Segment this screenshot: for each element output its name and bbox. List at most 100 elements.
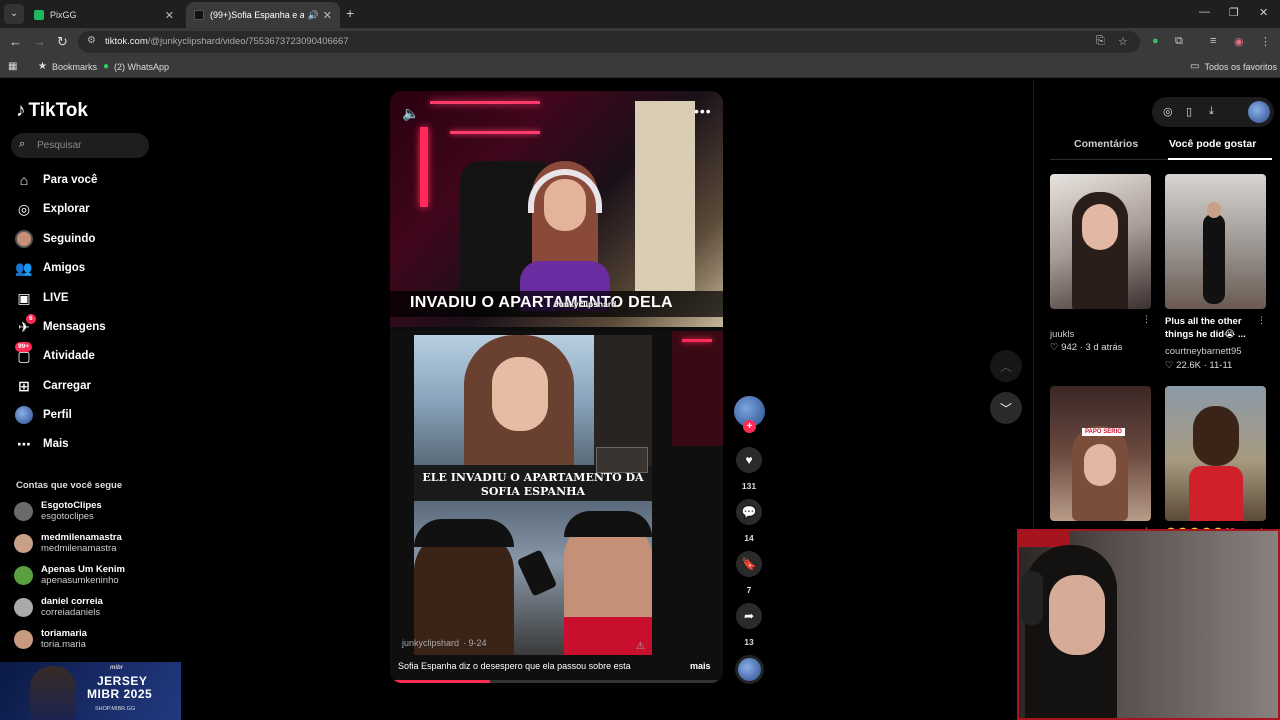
bookmark-icon[interactable]: 🔖: [736, 551, 762, 577]
ad-line-2: MIBR 2025: [87, 687, 153, 701]
follow-plus-icon[interactable]: +: [743, 420, 756, 433]
tab-title: PixGG: [50, 10, 77, 20]
nav-carregar[interactable]: ⊞ Carregar: [14, 375, 91, 397]
compass-icon: ◎: [17, 200, 31, 217]
video-thumbnail: [1165, 386, 1266, 521]
avatar: [14, 597, 33, 617]
save-count: 7: [746, 585, 752, 595]
nav-mensagens[interactable]: ✈ 6 Mensagens: [14, 314, 106, 338]
search-input[interactable]: ⌕ Pesquisar: [11, 133, 149, 158]
previous-video-chevron-up-icon[interactable]: ︿: [990, 350, 1022, 382]
nav-atividade[interactable]: ▢ 99+ Atividade: [14, 342, 95, 367]
browser-menu-icon[interactable]: ⋮: [1260, 35, 1271, 48]
forward-icon[interactable]: →: [33, 34, 46, 49]
avatar: [14, 533, 33, 553]
home-icon: ⌂: [19, 172, 29, 188]
minimize-icon[interactable]: —: [1199, 6, 1210, 18]
nav-explorar[interactable]: ◎ Explorar: [14, 198, 90, 220]
volume-icon[interactable]: 🔈: [402, 105, 419, 122]
comment-count: 14: [744, 533, 754, 543]
user-avatar[interactable]: [1248, 101, 1270, 123]
report-icon[interactable]: ⚠: [636, 641, 645, 652]
comment-icon[interactable]: 💬: [736, 499, 762, 525]
reload-icon[interactable]: ↻: [57, 34, 68, 50]
like-count: 131: [741, 481, 757, 491]
profile-avatar-icon[interactable]: ◉: [1234, 35, 1244, 48]
close-tab-icon[interactable]: ✕: [323, 9, 332, 22]
tiktok-page: ♪ TikTok ⌕ Pesquisar ⌂ Para você ◎ Explorar…: [0, 80, 1280, 720]
card-username[interactable]: courtneybarnett95: [1165, 346, 1242, 357]
all-bookmarks-folder[interactable]: ▭ Todos os favoritos: [1190, 61, 1277, 72]
restore-icon[interactable]: ❐: [1229, 6, 1239, 19]
description-more-button[interactable]: mais: [690, 661, 711, 671]
card-overlay-label: PAPO SÉRIO: [1082, 428, 1125, 436]
bookmark-bookmarks[interactable]: ★ Bookmarks: [38, 61, 97, 72]
mibr-jersey-ad[interactable]: mibr JERSEY MIBR 2025 SHOP.MIBR.GG: [0, 662, 181, 720]
download-icon[interactable]: ⤓: [1209, 105, 1214, 118]
audio-playing-icon[interactable]: 🔊: [308, 10, 319, 21]
video-author[interactable]: junkyclipshard · 9-24: [398, 637, 487, 649]
video-watermark-tag: Junkyclipshard: [554, 299, 617, 309]
tab-voce-pode-gostar[interactable]: Você pode gostar: [1169, 138, 1256, 150]
tab-title: (99+)Sofia Espanha e a Brin: [210, 10, 304, 20]
nav-mais[interactable]: ⋯ Mais: [14, 433, 69, 455]
tab-comentarios[interactable]: Comentários: [1074, 138, 1138, 150]
card-username[interactable]: juukls: [1050, 329, 1074, 340]
apps-grid-icon[interactable]: ▦: [8, 61, 22, 72]
close-window-icon[interactable]: ✕: [1259, 6, 1268, 19]
browser-tab-pixgg[interactable]: PixGG ✕: [26, 2, 182, 28]
card-more-icon[interactable]: ⋮: [1142, 314, 1151, 325]
folder-icon: ▭: [1190, 61, 1200, 72]
activity-badge: 99+: [15, 342, 33, 352]
site-info-icon[interactable]: ⚙: [87, 35, 96, 46]
next-video-chevron-down-icon[interactable]: ﹀: [990, 392, 1022, 424]
messages-icon: ✈ 6: [14, 314, 36, 337]
following-account[interactable]: daniel correia correiadaniels: [14, 594, 103, 620]
following-account[interactable]: toriamaria toria.maria: [14, 626, 87, 652]
following-account[interactable]: medmilenamastra medmilenamastra: [14, 530, 122, 556]
top-action-buttons: ◎ ▯ ⤓: [1152, 97, 1274, 127]
video-options-icon[interactable]: •••: [694, 103, 712, 119]
following-avatar-icon: [14, 229, 34, 249]
video-player[interactable]: INVADIU O APARTAMENTO DELA 🔈 ••• ELE INV…: [390, 91, 723, 683]
like-heart-icon[interactable]: ♥: [736, 447, 762, 473]
nav-seguindo[interactable]: Seguindo: [14, 228, 95, 250]
nav-perfil[interactable]: Perfil: [14, 404, 72, 426]
bookmark-whatsapp[interactable]: ● (2) WhatsApp: [103, 61, 169, 72]
share-icon[interactable]: ➦: [736, 603, 762, 629]
extensions-puzzle-icon[interactable]: ⧉: [1175, 35, 1183, 48]
device-icon[interactable]: ▯: [1186, 105, 1192, 118]
tab-search-button[interactable]: ⌄: [4, 4, 24, 24]
active-tab-underline: [1168, 158, 1272, 160]
browser-tab-tiktok[interactable]: (99+)Sofia Espanha e a Brin 🔊 ✕: [186, 2, 340, 28]
nav-live[interactable]: ▣ LIVE: [14, 287, 68, 309]
video-progress-bar[interactable]: [390, 680, 723, 683]
video-frame-lower: ELE INVADIU O APARTAMENTO DA SOFIA ESPAN…: [390, 331, 723, 683]
video-thumbnail: PAPO SÉRIO: [1050, 386, 1151, 521]
pixgg-favicon-icon: [34, 10, 44, 20]
ad-line-1: JERSEY: [97, 674, 148, 688]
friends-icon: 👥: [15, 259, 33, 276]
ad-model-image: [30, 666, 76, 720]
following-title: Contas que você segue: [16, 480, 123, 491]
new-tab-icon[interactable]: +: [346, 5, 354, 21]
install-app-icon[interactable]: ⎘: [1096, 35, 1105, 48]
nav-amigos[interactable]: 👥 Amigos: [14, 257, 85, 279]
video-caption-top: INVADIU O APARTAMENTO DELA: [410, 294, 673, 311]
tiktok-logo[interactable]: ♪ TikTok: [16, 100, 88, 122]
following-account[interactable]: EsgotoClipes esgotoclipes: [14, 498, 102, 524]
extension-green-icon[interactable]: ●: [1152, 35, 1159, 47]
tiktok-note-icon: ♪: [16, 100, 26, 121]
music-disc-avatar[interactable]: [735, 655, 764, 684]
address-bar[interactable]: ⚙ tiktok.com/@junkyclipshard/video/75536…: [78, 31, 1140, 53]
following-account[interactable]: Apenas Um Kenim apenasumkeninho: [14, 562, 125, 588]
close-tab-icon[interactable]: ✕: [165, 9, 174, 22]
bookmark-star-icon[interactable]: ☆: [1118, 35, 1128, 48]
card-more-icon[interactable]: ⋮: [1257, 315, 1266, 326]
media-controls-icon[interactable]: ≡: [1210, 35, 1216, 47]
nav-para-voce[interactable]: ⌂ Para você: [14, 169, 98, 191]
panel-tabs: Comentários Você pode gostar: [1050, 138, 1272, 160]
coins-icon[interactable]: ◎: [1163, 105, 1173, 118]
back-icon[interactable]: ←: [9, 34, 22, 49]
heart-icon: ♡: [1050, 342, 1062, 353]
